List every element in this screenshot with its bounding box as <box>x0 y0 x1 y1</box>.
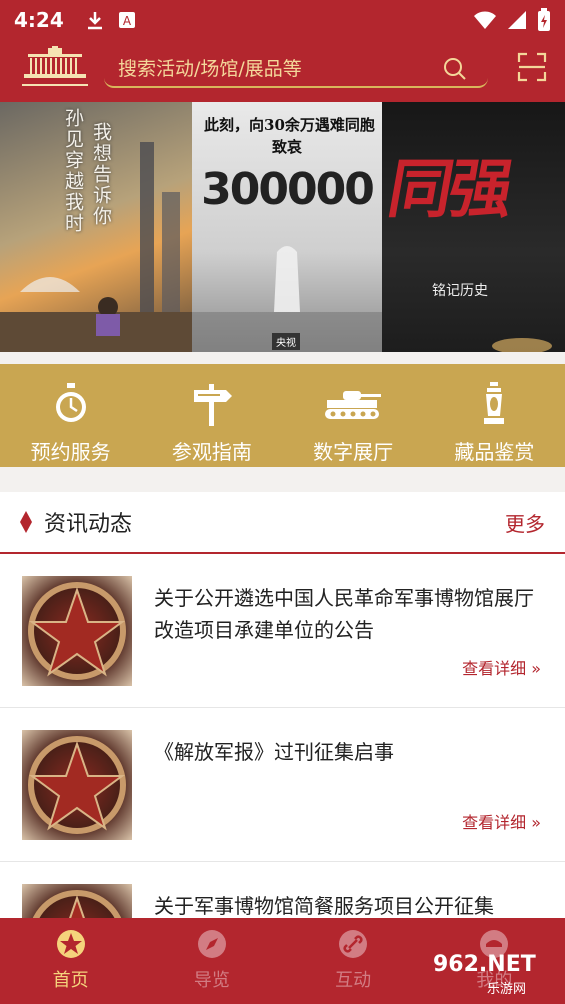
tab-home[interactable]: 首页 <box>0 918 141 1004</box>
signpost-icon <box>193 384 232 426</box>
compass-icon <box>197 930 226 958</box>
tab-guide[interactable]: 导览 <box>141 918 282 1004</box>
museum-logo <box>22 46 88 86</box>
cctv-badge: 央视 <box>272 333 300 350</box>
link-icon <box>339 930 368 958</box>
news-header: 资讯动态 更多 <box>0 492 565 554</box>
news-title: 关于公开遴选中国人民革命军事博物馆展厅改造项目承建单位的公告 <box>154 586 534 642</box>
quick-link-label: 参观指南 <box>171 440 252 464</box>
watermark-text: 962.NET <box>433 952 536 977</box>
news-thumbnail <box>22 576 132 686</box>
army-star-emblem <box>28 582 126 680</box>
news-more-link[interactable]: 更多 <box>505 508 545 537</box>
app-a-icon: A <box>118 12 135 28</box>
download-icon <box>87 12 102 30</box>
banner-slide-2[interactable]: 此刻，向30余万遇难同胞 致哀 300000 央视 <box>192 102 382 352</box>
tank-icon <box>325 391 382 419</box>
quick-link-digital-hall[interactable]: 数字展厅 <box>283 364 424 467</box>
news-section-title: 资讯动态 <box>44 512 133 537</box>
quick-link-booking[interactable]: 预约服务 <box>0 364 141 467</box>
news-item[interactable]: 《解放军报》过刊征集启事 查看详细 » <box>0 708 565 862</box>
banner-slide-3[interactable]: 同强 铭记历史 <box>382 102 565 352</box>
quick-link-label: 数字展厅 <box>313 440 394 464</box>
svg-text:A: A <box>123 14 132 28</box>
quick-link-label: 藏品鉴赏 <box>454 440 535 464</box>
banner-slide-2-number: 300000 <box>201 164 375 215</box>
news-thumbnail <box>22 730 132 840</box>
quick-link-guide[interactable]: 参观指南 <box>141 364 282 467</box>
quick-link-label: 预约服务 <box>30 440 111 464</box>
status-bar: 4:24 A <box>0 0 565 40</box>
stopwatch-icon <box>55 383 86 422</box>
app-header: 搜索活动/场馆/展品等 <box>0 40 565 102</box>
banner-slide-2-sub: 致哀 <box>271 138 302 156</box>
diamond-icon <box>20 511 32 533</box>
tab-label: 首页 <box>52 970 89 991</box>
watermark-sub: 乐游网 <box>487 982 527 997</box>
signal-icon <box>508 11 526 29</box>
status-time: 4:24 <box>14 8 64 32</box>
city-skyline <box>0 142 192 352</box>
news-title: 《解放军报》过刊征集启事 <box>154 740 394 764</box>
banner-carousel[interactable]: 孙见穿越我时 我想告诉你 此刻，向30余万遇难同胞 致哀 300000 央视 同… <box>0 102 565 436</box>
star-badge-icon <box>56 930 85 958</box>
quick-link-collection[interactable]: 藏品鉴赏 <box>424 364 565 467</box>
news-detail-link[interactable]: 查看详细 » <box>462 809 541 833</box>
army-star-emblem <box>28 736 126 834</box>
search-placeholder: 搜索活动/场馆/展品等 <box>118 57 302 80</box>
scan-icon[interactable] <box>517 52 547 82</box>
tab-label: 导览 <box>193 970 230 991</box>
wifi-icon <box>474 11 496 29</box>
news-item[interactable]: 关于公开遴选中国人民革命军事博物馆展厅改造项目承建单位的公告 查看详细 » <box>0 554 565 708</box>
banner-slide-1[interactable]: 孙见穿越我时 我想告诉你 <box>0 102 192 352</box>
banner-slide-2-headline: 此刻，向30余万遇难同胞 <box>204 116 375 134</box>
lantern-icon <box>484 382 505 424</box>
battery-icon <box>538 8 550 31</box>
search-icon[interactable] <box>442 56 468 82</box>
banner-slide-3-small: 铭记历史 <box>432 283 488 299</box>
news-detail-link[interactable]: 查看详细 » <box>462 655 541 679</box>
quick-links: 预约服务 参观指南 数字展厅 藏品鉴赏 <box>0 364 565 467</box>
search-bar[interactable]: 搜索活动/场馆/展品等 <box>104 48 488 88</box>
tab-label: 互动 <box>335 970 372 991</box>
site-watermark: 962.NET 乐游网 <box>425 950 561 1000</box>
banner-slide-3-calligraphy: 同强 <box>382 152 516 227</box>
tab-interact[interactable]: 互动 <box>283 918 424 1004</box>
news-section: 资讯动态 更多 关于公开遴选中国人民革命军事博物馆展厅改造项目承建单位的公告 查… <box>0 492 565 994</box>
candle-glow <box>492 338 552 352</box>
